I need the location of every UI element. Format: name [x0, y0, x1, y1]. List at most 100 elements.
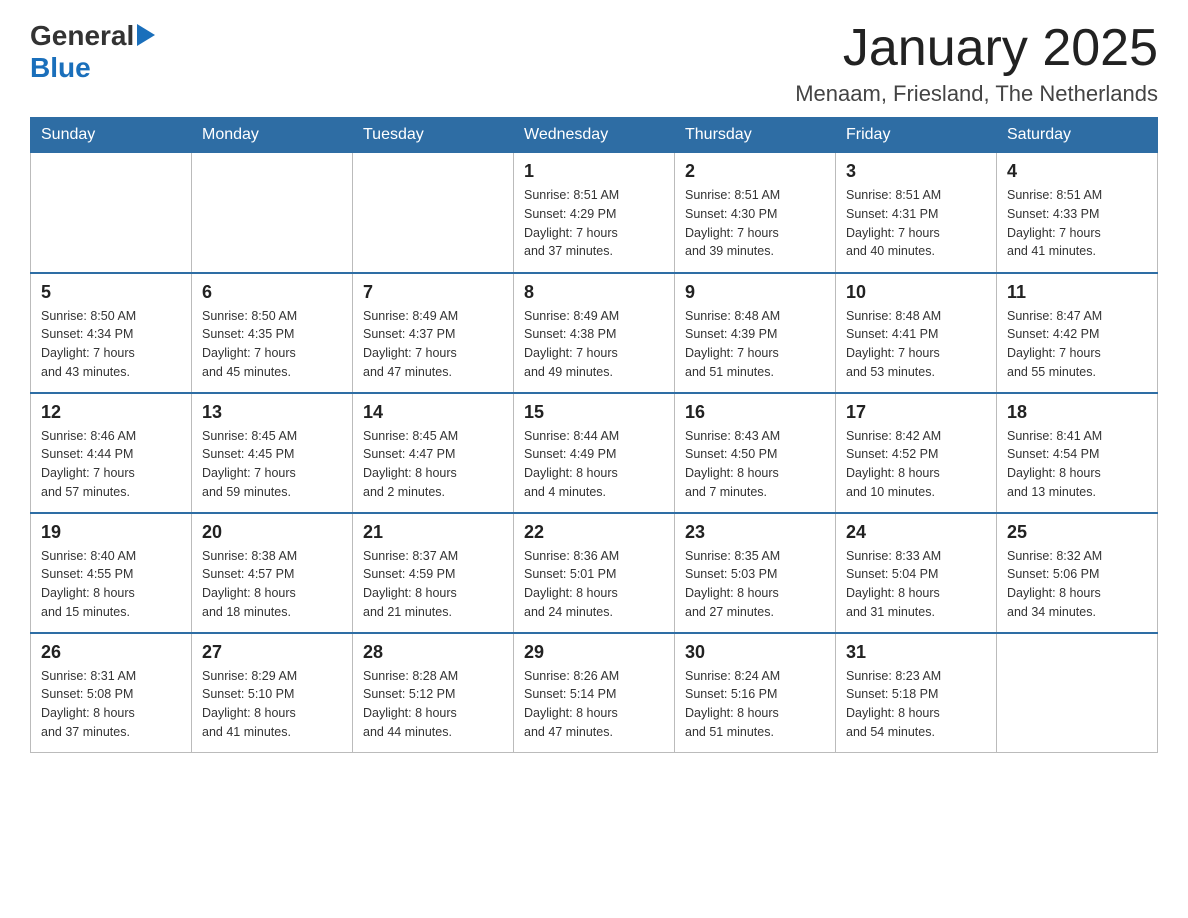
calendar-week-row: 1 Sunrise: 8:51 AM Sunset: 4:29 PM Daylig… [31, 153, 1158, 273]
day-info: Sunrise: 8:23 AM Sunset: 5:18 PM Dayligh… [846, 667, 986, 742]
day-number: 8 [524, 282, 664, 303]
location-subtitle: Menaam, Friesland, The Netherlands [795, 81, 1158, 107]
table-row: 20Sunrise: 8:38 AM Sunset: 4:57 PM Dayli… [192, 513, 353, 633]
day-number: 11 [1007, 282, 1147, 303]
day-info: Sunrise: 8:29 AM Sunset: 5:10 PM Dayligh… [202, 667, 342, 742]
day-info: Sunrise: 8:33 AM Sunset: 5:04 PM Dayligh… [846, 547, 986, 622]
table-row: 11 Sunrise: 8:47 AM Sunset: 4:42 PM Dayli… [997, 273, 1158, 393]
title-section: January 2025 Menaam, Friesland, The Neth… [795, 20, 1158, 107]
logo: General Blue [30, 20, 155, 84]
day-info: Sunrise: 8:28 AM Sunset: 5:12 PM Dayligh… [363, 667, 503, 742]
header-saturday: Saturday [997, 118, 1158, 153]
day-info: Sunrise: 8:36 AM Sunset: 5:01 PM Dayligh… [524, 547, 664, 622]
day-number: 23 [685, 522, 825, 543]
table-row: 10 Sunrise: 8:48 AM Sunset: 4:41 PM Dayli… [836, 273, 997, 393]
day-info: Sunrise: 8:45 AM Sunset: 4:47 PM Dayligh… [363, 427, 503, 502]
table-row: 4Sunrise: 8:51 AM Sunset: 4:33 PM Daylig… [997, 153, 1158, 273]
day-number: 3 [846, 161, 986, 182]
day-info: Sunrise: 8:40 AM Sunset: 4:55 PM Dayligh… [41, 547, 181, 622]
table-row: 31 Sunrise: 8:23 AM Sunset: 5:18 PM Dayli… [836, 633, 997, 753]
table-row: 5 Sunrise: 8:50 AM Sunset: 4:34 PM Daylig… [31, 273, 192, 393]
day-number: 15 [524, 402, 664, 423]
day-number: 13 [202, 402, 342, 423]
day-info: Sunrise: 8:26 AM Sunset: 5:14 PM Dayligh… [524, 667, 664, 742]
day-info: Sunrise: 8:49 AM Sunset: 4:37 PM Dayligh… [363, 307, 503, 382]
day-info: Sunrise: 8:51 AM Sunset: 4:30 PM Dayligh… [685, 186, 825, 261]
table-row: 6 Sunrise: 8:50 AM Sunset: 4:35 PM Daylig… [192, 273, 353, 393]
header-tuesday: Tuesday [353, 118, 514, 153]
table-row: 9 Sunrise: 8:48 AM Sunset: 4:39 PM Daylig… [675, 273, 836, 393]
day-number: 22 [524, 522, 664, 543]
header-wednesday: Wednesday [514, 118, 675, 153]
day-number: 6 [202, 282, 342, 303]
day-info: Sunrise: 8:46 AM Sunset: 4:44 PM Dayligh… [41, 427, 181, 502]
table-row: 30 Sunrise: 8:24 AM Sunset: 5:16 PM Dayli… [675, 633, 836, 753]
day-number: 17 [846, 402, 986, 423]
header-monday: Monday [192, 118, 353, 153]
calendar-week-row: 12 Sunrise: 8:46 AM Sunset: 4:44 PM Dayli… [31, 393, 1158, 513]
calendar-week-row: 19Sunrise: 8:40 AM Sunset: 4:55 PM Dayli… [31, 513, 1158, 633]
calendar-table: Sunday Monday Tuesday Wednesday Thursday… [30, 117, 1158, 753]
day-number: 31 [846, 642, 986, 663]
table-row [31, 153, 192, 273]
day-info: Sunrise: 8:47 AM Sunset: 4:42 PM Dayligh… [1007, 307, 1147, 382]
header-thursday: Thursday [675, 118, 836, 153]
table-row [353, 153, 514, 273]
day-number: 1 [524, 161, 664, 182]
table-row: 2 Sunrise: 8:51 AM Sunset: 4:30 PM Daylig… [675, 153, 836, 273]
table-row: 8 Sunrise: 8:49 AM Sunset: 4:38 PM Daylig… [514, 273, 675, 393]
day-number: 5 [41, 282, 181, 303]
day-info: Sunrise: 8:48 AM Sunset: 4:39 PM Dayligh… [685, 307, 825, 382]
day-number: 12 [41, 402, 181, 423]
day-number: 21 [363, 522, 503, 543]
day-number: 18 [1007, 402, 1147, 423]
day-info: Sunrise: 8:49 AM Sunset: 4:38 PM Dayligh… [524, 307, 664, 382]
table-row [997, 633, 1158, 753]
day-number: 7 [363, 282, 503, 303]
day-info: Sunrise: 8:50 AM Sunset: 4:34 PM Dayligh… [41, 307, 181, 382]
table-row: 3 Sunrise: 8:51 AM Sunset: 4:31 PM Daylig… [836, 153, 997, 273]
day-number: 30 [685, 642, 825, 663]
day-number: 24 [846, 522, 986, 543]
day-info: Sunrise: 8:51 AM Sunset: 4:33 PM Dayligh… [1007, 186, 1147, 261]
table-row: 19Sunrise: 8:40 AM Sunset: 4:55 PM Dayli… [31, 513, 192, 633]
day-info: Sunrise: 8:41 AM Sunset: 4:54 PM Dayligh… [1007, 427, 1147, 502]
table-row: 13Sunrise: 8:45 AM Sunset: 4:45 PM Dayli… [192, 393, 353, 513]
month-title: January 2025 [795, 20, 1158, 77]
day-info: Sunrise: 8:50 AM Sunset: 4:35 PM Dayligh… [202, 307, 342, 382]
table-row: 12 Sunrise: 8:46 AM Sunset: 4:44 PM Dayli… [31, 393, 192, 513]
table-row: 27 Sunrise: 8:29 AM Sunset: 5:10 PM Dayli… [192, 633, 353, 753]
day-info: Sunrise: 8:44 AM Sunset: 4:49 PM Dayligh… [524, 427, 664, 502]
table-row: 15 Sunrise: 8:44 AM Sunset: 4:49 PM Dayli… [514, 393, 675, 513]
day-info: Sunrise: 8:24 AM Sunset: 5:16 PM Dayligh… [685, 667, 825, 742]
table-row: 16Sunrise: 8:43 AM Sunset: 4:50 PM Dayli… [675, 393, 836, 513]
day-info: Sunrise: 8:51 AM Sunset: 4:29 PM Dayligh… [524, 186, 664, 261]
day-number: 9 [685, 282, 825, 303]
table-row: 22 Sunrise: 8:36 AM Sunset: 5:01 PM Dayli… [514, 513, 675, 633]
day-number: 26 [41, 642, 181, 663]
table-row: 25Sunrise: 8:32 AM Sunset: 5:06 PM Dayli… [997, 513, 1158, 633]
logo-general-text: General [30, 20, 134, 52]
logo-arrow-icon [137, 24, 155, 46]
day-number: 2 [685, 161, 825, 182]
header-sunday: Sunday [31, 118, 192, 153]
page-header: General Blue January 2025 Menaam, Friesl… [30, 20, 1158, 107]
day-number: 29 [524, 642, 664, 663]
day-number: 20 [202, 522, 342, 543]
day-number: 28 [363, 642, 503, 663]
table-row: 21 Sunrise: 8:37 AM Sunset: 4:59 PM Dayli… [353, 513, 514, 633]
day-number: 25 [1007, 522, 1147, 543]
header-friday: Friday [836, 118, 997, 153]
table-row: 26 Sunrise: 8:31 AM Sunset: 5:08 PM Dayli… [31, 633, 192, 753]
table-row [192, 153, 353, 273]
day-info: Sunrise: 8:31 AM Sunset: 5:08 PM Dayligh… [41, 667, 181, 742]
day-info: Sunrise: 8:37 AM Sunset: 4:59 PM Dayligh… [363, 547, 503, 622]
calendar-header-row: Sunday Monday Tuesday Wednesday Thursday… [31, 118, 1158, 153]
day-number: 27 [202, 642, 342, 663]
day-info: Sunrise: 8:51 AM Sunset: 4:31 PM Dayligh… [846, 186, 986, 261]
day-info: Sunrise: 8:48 AM Sunset: 4:41 PM Dayligh… [846, 307, 986, 382]
table-row: 1 Sunrise: 8:51 AM Sunset: 4:29 PM Daylig… [514, 153, 675, 273]
logo-blue-text: Blue [30, 52, 91, 83]
table-row: 23Sunrise: 8:35 AM Sunset: 5:03 PM Dayli… [675, 513, 836, 633]
day-number: 10 [846, 282, 986, 303]
